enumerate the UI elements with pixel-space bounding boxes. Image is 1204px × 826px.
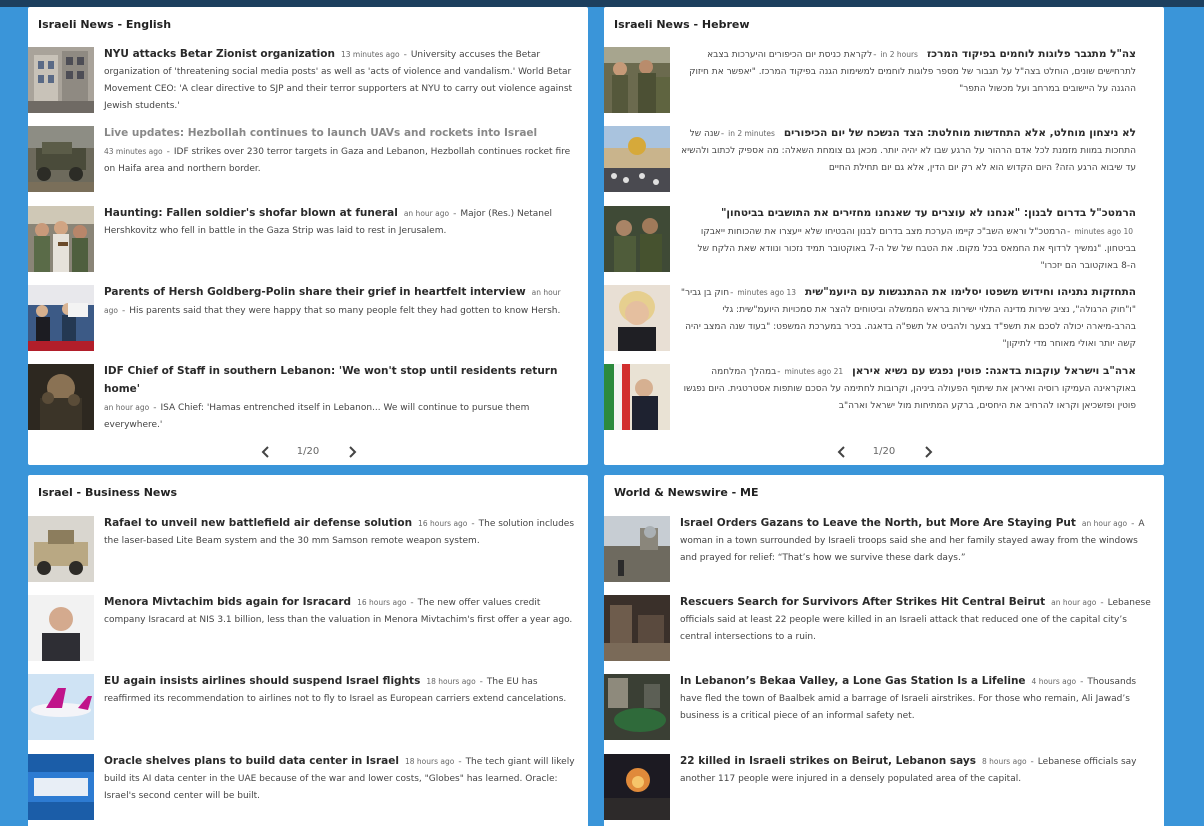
news-headline[interactable]: IDF Chief of Staff in southern Lebanon: … [104,365,557,395]
news-time: an hour ago [104,403,150,412]
news-headline[interactable]: צה"ל מתגבר פלוגות לוחמים בפיקוד המרכז [927,48,1136,60]
news-thumbnail[interactable] [28,285,94,351]
news-summary: ISA Chief: 'Hamas entrenched itself in L… [104,403,530,430]
news-headline[interactable]: EU again insists airlines should suspend… [104,675,420,687]
panel-title: World & Newswire - ME [614,486,759,499]
news-time: an hour ago [1081,519,1128,528]
news-headline[interactable]: NYU attacks Betar Zionist organization [104,48,335,60]
news-summary: IDF strikes over 230 terror targets in G… [104,147,571,174]
top-bar [0,0,1204,7]
news-time: 13 minutes ago [737,288,796,297]
news-thumbnail[interactable] [604,206,670,272]
panel-title: Israel - Business News [38,486,178,499]
news-text: EU again insists airlines should suspend… [104,675,567,704]
news-thumbnail[interactable] [604,516,670,582]
news-text: Live updates: Hezbollah continues to lau… [104,127,571,174]
news-headline[interactable]: Rafael to unveil new battlefield air def… [104,517,412,529]
news-time: 16 hours ago [418,519,468,528]
news-headline[interactable]: Menora Mivtachim bids again for Isracard [104,596,351,608]
news-headline[interactable]: ארה"ב וישראל עוקבות בדאגה: פוטין נפגש עם… [852,365,1136,377]
chevron-right-icon[interactable] [921,445,935,459]
news-thumbnail[interactable] [604,595,670,661]
news-thumbnail[interactable] [28,126,94,192]
news-time: 18 hours ago [426,677,476,686]
news-thumbnail[interactable] [28,206,94,272]
news-time: 16 hours ago [357,598,407,607]
chevron-right-icon[interactable] [345,445,359,459]
news-headline[interactable]: התחזקות נתניהו וחידוש משפטו יסלימו את הה… [805,286,1136,298]
panel-title: Israeli News - English [38,18,172,31]
news-thumbnail[interactable] [604,126,670,192]
news-text: Menora Mivtachim bids again for Isracard… [104,596,573,625]
chevron-left-icon[interactable] [259,445,273,459]
news-time: in 2 minutes [728,129,775,138]
news-text: Israel Orders Gazans to Leave the North,… [680,517,1145,563]
news-summary: הרמטכ"ל וראש השב"כ קיימו הערכת מצב בדרום… [697,227,1136,271]
news-time: 43 minutes ago [104,147,163,156]
news-summary: His parents said that they were happy th… [129,306,561,316]
news-text: NYU attacks Betar Zionist organization 13… [104,48,573,111]
news-text: Oracle shelves plans to build data cente… [104,755,575,801]
news-headline[interactable]: הרמטכ"ל בדרום לבנון: "אנחנו לא עוצרים עד… [721,207,1136,219]
pagination: 1/20 [604,445,1164,459]
news-text: Rescuers Search for Survivors After Stri… [680,596,1151,642]
pagination: 1/20 [28,445,588,459]
news-thumbnail[interactable] [604,674,670,740]
news-time: in 2 hours [880,50,918,59]
news-headline[interactable]: Oracle shelves plans to build data cente… [104,755,399,767]
news-headline[interactable]: 22 killed in Israeli strikes on Beirut, … [680,755,976,767]
news-text: 22 killed in Israeli strikes on Beirut, … [680,755,1137,784]
news-thumbnail[interactable] [604,364,670,430]
news-text: Rafael to unveil new battlefield air def… [104,517,575,546]
news-time: 13 minutes ago [340,50,400,59]
news-thumbnail[interactable] [28,47,94,113]
news-headline[interactable]: Live updates: Hezbollah continues to lau… [104,127,537,139]
panel-israel-business-news: Israel - Business News Rafael to unveil … [28,475,588,826]
news-time: 18 hours ago [404,757,455,766]
news-thumbnail[interactable] [604,285,670,351]
news-thumbnail[interactable] [28,516,94,582]
news-thumbnail[interactable] [28,674,94,740]
news-headline[interactable]: Rescuers Search for Survivors After Stri… [680,596,1045,608]
news-headline[interactable]: Haunting: Fallen soldier's shofar blown … [104,207,398,219]
news-text: IDF Chief of Staff in southern Lebanon: … [104,365,558,430]
news-text: צה"ל מתגבר פלוגות לוחמים בפיקוד המרכז in … [689,48,1136,94]
panel-world-newswire-me: World & Newswire - ME Israel Orders Gaza… [604,475,1164,826]
news-time: an hour ago [403,209,450,218]
news-headline[interactable]: In Lebanon’s Bekaa Valley, a Lone Gas St… [680,675,1026,687]
news-text: Haunting: Fallen soldier's shofar blown … [104,207,553,236]
news-text: התחזקות נתניהו וחידוש משפטו יסלימו את הה… [680,286,1136,349]
news-thumbnail[interactable] [28,595,94,661]
news-headline[interactable]: Parents of Hersh Goldberg-Polin share th… [104,286,526,298]
news-thumbnail[interactable] [604,47,670,113]
news-time: 4 hours ago [1031,677,1077,686]
news-time: 8 hours ago [981,757,1027,766]
news-time: 10 minutes ago [1074,227,1133,236]
panel-israeli-news-hebrew: Israeli News - Hebrew צה"ל מתגבר פלוגות … [604,7,1164,465]
news-text: הרמטכ"ל בדרום לבנון: "אנחנו לא עוצרים עד… [697,207,1136,271]
page-indicator: 1/20 [872,446,896,457]
panel-title: Israeli News - Hebrew [614,18,750,31]
chevron-left-icon[interactable] [835,445,849,459]
panel-israeli-news-english: Israeli News - English NYU attacks Betar… [28,7,588,465]
news-time: 21 minutes ago [784,367,844,376]
news-text: ארה"ב וישראל עוקבות בדאגה: פוטין נפגש עם… [683,365,1136,411]
news-text: In Lebanon’s Bekaa Valley, a Lone Gas St… [680,675,1137,721]
news-text: Parents of Hersh Goldberg-Polin share th… [104,286,561,316]
news-headline[interactable]: Israel Orders Gazans to Leave the North,… [680,517,1076,529]
news-time: an hour ago [1051,598,1097,607]
news-thumbnail[interactable] [604,754,670,820]
news-thumbnail[interactable] [28,754,94,820]
news-text: לא ניצחון מוחלט, אלא התחדשות מוחלטת: הצד… [681,127,1136,173]
news-thumbnail[interactable] [28,364,94,430]
page-indicator: 1/20 [296,446,320,457]
news-headline[interactable]: לא ניצחון מוחלט, אלא התחדשות מוחלטת: הצד… [784,127,1136,139]
